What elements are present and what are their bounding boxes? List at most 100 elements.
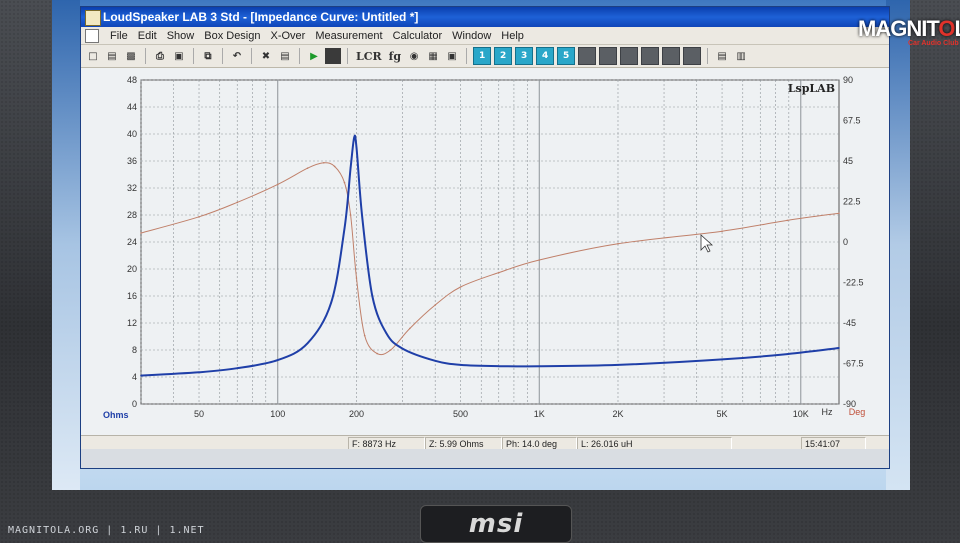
impedance-point	[838, 347, 840, 349]
impedance-point	[371, 295, 374, 297]
menu-x-over[interactable]: X-Over	[266, 30, 311, 42]
left-tick-label: 36	[127, 156, 137, 166]
tile-horizontal-icon[interactable]: ▤	[714, 48, 730, 64]
slot-button[interactable]	[620, 47, 639, 65]
monitor-screen: LoudSpeaker LAB 3 Std - [Impedance Curve…	[52, 0, 910, 490]
play-icon[interactable]: ▶	[306, 48, 322, 64]
app-icon[interactable]	[85, 10, 101, 26]
chart-icon[interactable]: ▦	[425, 48, 441, 64]
meter-icon[interactable]: ▤	[277, 48, 293, 64]
undo-icon[interactable]: ↶	[229, 48, 245, 64]
impedance-point	[353, 136, 355, 139]
impedance-point	[306, 342, 309, 345]
left-tick-label: 12	[127, 318, 137, 328]
open-file-icon[interactable]: ▤	[104, 48, 120, 64]
phase-point	[349, 214, 352, 216]
app-window: LoudSpeaker LAB 3 Std - [Impedance Curve…	[80, 6, 890, 469]
left-tick-label: 20	[127, 264, 137, 274]
x-tick-label: 200	[349, 409, 364, 419]
slot-button[interactable]	[662, 47, 681, 65]
tools-icon[interactable]: ✖	[258, 48, 274, 64]
toolbar-separator	[466, 48, 468, 64]
right-tick-label: 90	[843, 75, 853, 85]
right-tick-label: 45	[843, 156, 853, 166]
plot-area[interactable]: 0 4 8 12 16 20 24 28 32 36 40 44 48 -90 -67.5 -45 -22.5 0…	[81, 68, 889, 435]
impedance-point	[721, 358, 723, 361]
phase-point	[322, 162, 325, 164]
phase-point	[786, 219, 789, 222]
x-tick-label: 5K	[717, 409, 728, 419]
memory-4-button[interactable]: 4	[536, 47, 555, 65]
left-axis-unit: Ohms	[103, 410, 129, 420]
menu-measurement[interactable]: Measurement	[310, 30, 387, 42]
menu-bar: File Edit Show Box Design X-Over Measure…	[81, 27, 889, 45]
status-bar: F: 8873 Hz Z: 5.99 Ohms Ph: 14.0 deg L: …	[81, 435, 889, 451]
left-tick-label: 16	[127, 291, 137, 301]
menu-edit[interactable]: Edit	[133, 30, 162, 42]
menu-calculator[interactable]: Calculator	[388, 30, 448, 42]
right-tick-label: 0	[843, 237, 848, 247]
toolbar: □ ▤ ▩ ⎙ ▣ ⧉ ↶ ✖ ▤ ▶ LCR fg ◉ ▦ ▣ 1 2 3 4…	[81, 45, 889, 68]
copy-icon[interactable]: ⧉	[200, 48, 216, 64]
impedance-point	[361, 214, 363, 216]
globe-icon[interactable]: ◉	[406, 48, 422, 64]
right-axis-unit: Deg	[849, 407, 866, 417]
stop-icon[interactable]	[325, 48, 341, 64]
phase-point	[363, 334, 366, 337]
toolbar-separator	[145, 48, 146, 64]
impedance-point	[497, 365, 500, 368]
phase-point	[409, 327, 411, 330]
fg-button[interactable]: fg	[387, 48, 403, 64]
phase-point	[617, 243, 619, 245]
memory-2-button[interactable]: 2	[494, 47, 513, 65]
right-tick-label: -22.5	[843, 278, 864, 288]
new-file-icon[interactable]: □	[85, 48, 101, 64]
impedance-point	[236, 367, 239, 370]
x-axis-unit: Hz	[822, 407, 833, 417]
left-tick-label: 32	[127, 183, 137, 193]
slot-button[interactable]	[599, 47, 618, 65]
menu-help[interactable]: Help	[496, 30, 529, 42]
impedance-point	[434, 360, 436, 362]
slot-button[interactable]	[578, 47, 597, 65]
impedance-point	[355, 146, 358, 149]
msi-logo: msi	[420, 505, 572, 543]
site-watermark: MAGNITOLA.ORG | 1.RU | 1.NET	[8, 525, 205, 536]
phase-point	[276, 183, 279, 186]
impedance-point	[343, 227, 346, 230]
phase-point	[306, 167, 309, 169]
menu-show[interactable]: Show	[162, 30, 200, 42]
menu-box-design[interactable]: Box Design	[199, 30, 265, 42]
scope-icon[interactable]: ▣	[444, 48, 460, 64]
lcr-button[interactable]: LCR	[354, 48, 384, 64]
document-icon[interactable]	[85, 28, 99, 43]
memory-5-button[interactable]: 5	[557, 47, 576, 65]
tile-vertical-icon[interactable]: ▥	[733, 48, 749, 64]
left-tick-label: 40	[127, 129, 137, 139]
phase-point	[389, 349, 392, 351]
memory-1-button[interactable]: 1	[473, 47, 492, 65]
impedance-point	[276, 359, 279, 361]
left-tick-label: 24	[127, 237, 137, 247]
menu-window[interactable]: Window	[447, 30, 496, 42]
plot-brand-label: LspLAB	[788, 82, 835, 95]
left-tick-label: 4	[132, 372, 137, 382]
title-bar[interactable]: LoudSpeaker LAB 3 Std - [Impedance Curve…	[81, 7, 889, 27]
desktop-left-edge	[52, 0, 80, 490]
phase-point	[459, 286, 462, 288]
left-tick-label: 44	[127, 102, 137, 112]
toolbar-separator	[707, 48, 709, 64]
x-tick-label: 100	[270, 409, 285, 419]
impedance-chart[interactable]: 04812162024283236404448-90-67.5-45-22.50…	[81, 68, 889, 435]
save-icon[interactable]: ▩	[123, 48, 139, 64]
memory-3-button[interactable]: 3	[515, 47, 534, 65]
menu-file[interactable]: File	[105, 30, 133, 42]
slot-button[interactable]	[683, 47, 702, 65]
phase-point	[140, 232, 142, 234]
watermark-text-o: O	[938, 16, 955, 41]
impedance-point	[786, 353, 789, 355]
preview-icon[interactable]: ▣	[171, 48, 187, 64]
window-title: LoudSpeaker LAB 3 Std - [Impedance Curve…	[103, 10, 419, 24]
slot-button[interactable]	[641, 47, 660, 65]
print-icon[interactable]: ⎙	[152, 48, 168, 64]
